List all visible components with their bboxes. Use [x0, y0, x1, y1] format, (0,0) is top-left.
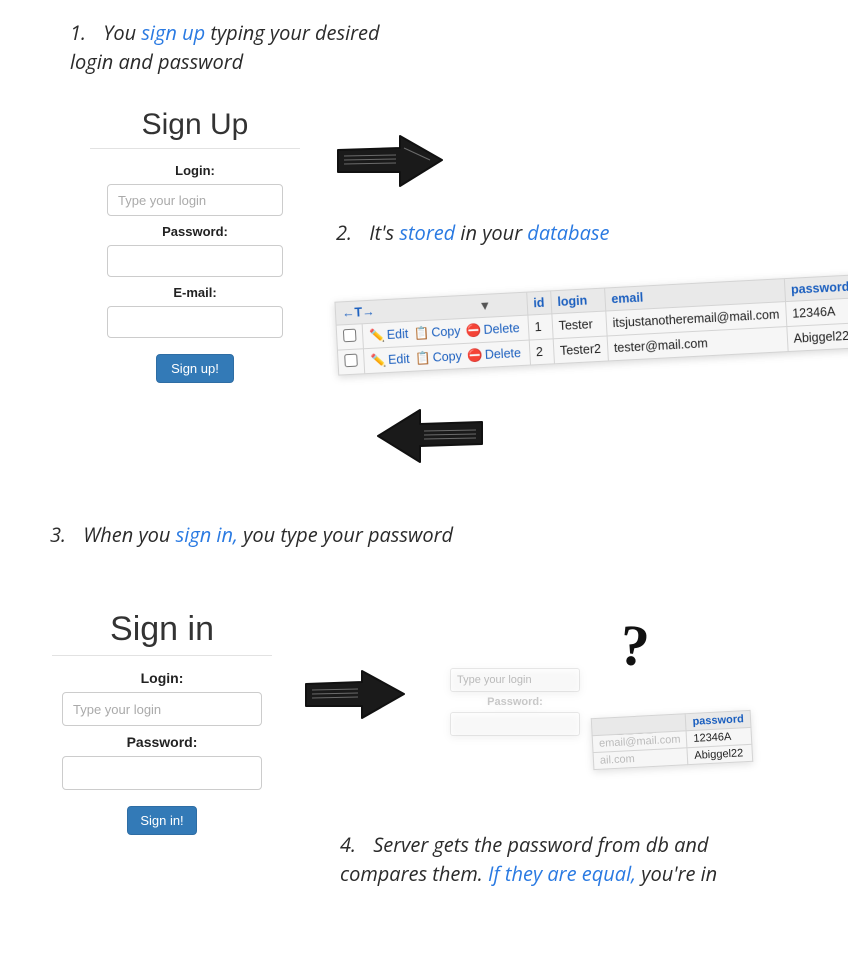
- password-input[interactable]: [107, 245, 283, 277]
- keyword-stored: stored: [399, 219, 455, 246]
- cell-login: Tester: [552, 311, 607, 339]
- faded-login-input: [450, 668, 580, 692]
- db-password-slice: password email@mail.com12346A ail.comAbi…: [591, 710, 753, 770]
- sign-in-form: Sign in Login: Password: Sign in!: [52, 610, 272, 835]
- db-header-password[interactable]: password: [784, 275, 848, 302]
- arrow-left: [370, 400, 490, 470]
- login-label: Login:: [90, 163, 300, 178]
- login-input[interactable]: [107, 184, 283, 216]
- password-label: Password:: [90, 224, 300, 239]
- sign-up-button[interactable]: Sign up!: [156, 354, 234, 383]
- step-3-number: 3.: [50, 520, 78, 549]
- sign-up-title: Sign Up: [90, 108, 300, 142]
- step-1-text: 1. You sign up typing your desired login…: [70, 18, 410, 76]
- copy-icon: 📋: [413, 325, 429, 340]
- slice-email-fragment: ail.com: [593, 748, 688, 770]
- edit-icon: ✏️: [369, 328, 385, 343]
- keyword-sign-in: sign in,: [176, 521, 238, 548]
- cell-password: Abiggel22: [786, 323, 848, 352]
- faded-form: Password:: [440, 668, 590, 736]
- keyword-if-equal: If they are equal,: [488, 860, 636, 887]
- login-label: Login:: [52, 670, 272, 686]
- cell-id: 2: [529, 339, 554, 365]
- email-label: E-mail:: [90, 285, 300, 300]
- step-2-number: 2.: [336, 218, 364, 247]
- copy-link[interactable]: Copy: [431, 324, 461, 340]
- divider: [90, 148, 300, 149]
- sign-in-title: Sign in: [52, 610, 272, 649]
- edit-icon: ✏️: [370, 353, 386, 368]
- delete-icon: ⛔: [467, 348, 483, 363]
- sign-in-button[interactable]: Sign in!: [127, 806, 196, 835]
- delete-icon: ⛔: [466, 323, 482, 338]
- step-1-number: 1.: [70, 18, 98, 47]
- keyword-database: database: [527, 219, 609, 246]
- cell-id: 1: [527, 314, 552, 340]
- step-2-text: 2. It's stored in your database: [336, 218, 796, 247]
- password-input[interactable]: [62, 756, 262, 790]
- faded-password-input: [450, 712, 580, 736]
- edit-link[interactable]: Edit: [386, 326, 408, 341]
- step-3-text: 3. When you sign in, you type your passw…: [50, 520, 470, 549]
- password-label: Password:: [52, 734, 272, 750]
- step-4-number: 4.: [340, 830, 368, 859]
- faded-password-label: Password:: [440, 696, 590, 708]
- db-header-id[interactable]: id: [526, 291, 551, 315]
- keyword-sign-up: sign up: [141, 19, 205, 46]
- step-4-text: 4. Server gets the password from db and …: [340, 830, 800, 888]
- copy-link[interactable]: Copy: [432, 349, 462, 365]
- divider: [52, 655, 272, 656]
- copy-icon: 📋: [415, 350, 431, 365]
- email-input[interactable]: [107, 306, 283, 338]
- db-header-login[interactable]: login: [550, 288, 605, 314]
- edit-link[interactable]: Edit: [388, 351, 410, 366]
- row-checkbox[interactable]: [343, 329, 357, 343]
- row-checkbox[interactable]: [344, 354, 358, 368]
- delete-link[interactable]: Delete: [483, 321, 520, 337]
- slice-password: Abiggel22: [687, 744, 752, 764]
- database-table: ←T→ ▼ id login email password ✏️Edit 📋Co…: [334, 274, 848, 375]
- arrow-right-2: [300, 666, 410, 724]
- cell-password: 12346A: [785, 298, 848, 327]
- cell-login: Tester2: [553, 336, 608, 364]
- login-input[interactable]: [62, 692, 262, 726]
- arrow-right-1: [330, 130, 450, 192]
- delete-link[interactable]: Delete: [484, 346, 521, 362]
- sign-up-form: Sign Up Login: Password: E-mail: Sign up…: [90, 108, 300, 383]
